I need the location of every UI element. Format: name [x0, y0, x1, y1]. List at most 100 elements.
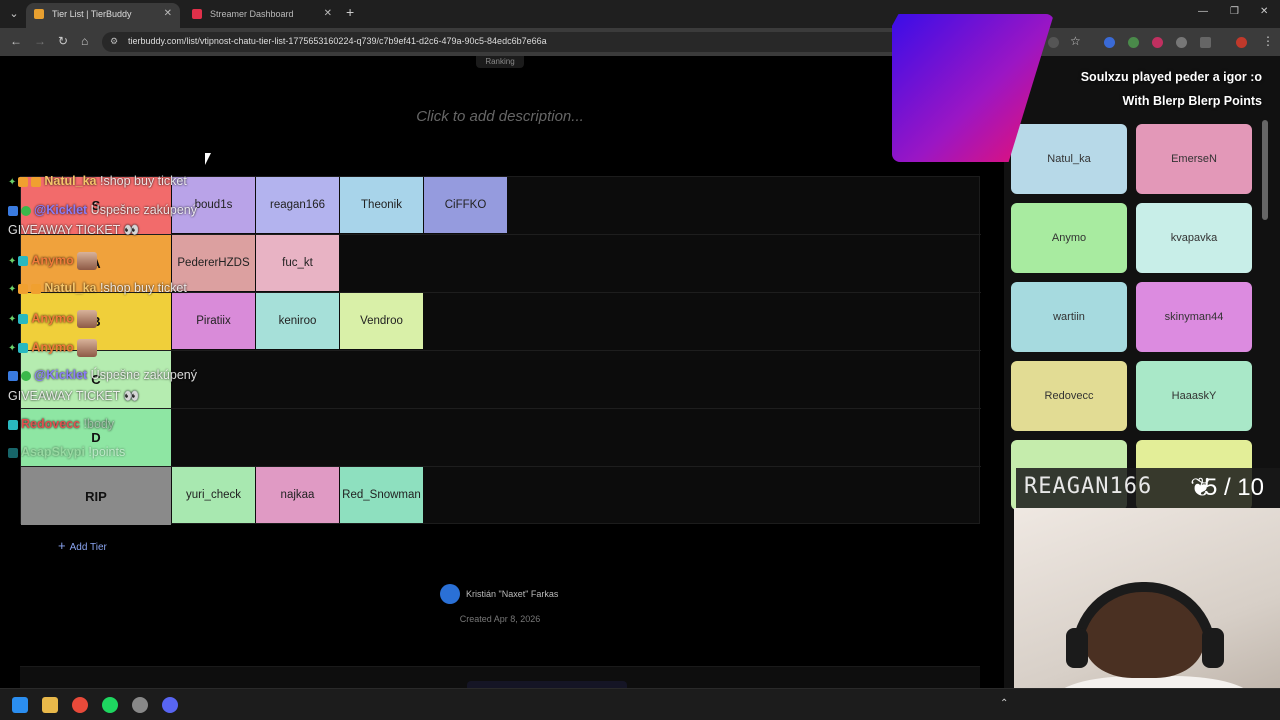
tier-row-b: B Piratiix keniroo Vendroo — [21, 293, 981, 351]
chat-user: Redovecc — [21, 417, 81, 431]
pool-item[interactable]: wartiin — [1011, 282, 1127, 352]
tab-title: Tier List | TierBuddy — [52, 9, 132, 19]
sub-badge-icon — [18, 256, 29, 266]
tierbuddy-favicon-icon — [34, 9, 44, 19]
taskbar: ⌃ — [0, 688, 1280, 720]
forward-icon[interactable]: → — [34, 34, 46, 48]
windows-start-icon[interactable] — [12, 697, 28, 713]
pool-item[interactable]: skinyman44 — [1136, 282, 1252, 352]
back-icon[interactable]: ← — [10, 34, 22, 48]
site-info-icon[interactable]: ⚙ — [110, 36, 118, 47]
tier-item[interactable]: CiFFKO — [424, 177, 507, 233]
tab-title: Streamer Dashboard — [210, 9, 294, 19]
author-name: Kristián "Naxet" Farkas — [466, 589, 559, 599]
close-tab-icon[interactable]: ✕ — [164, 3, 172, 25]
badge-icon: ✦ — [8, 343, 17, 355]
close-tab-icon[interactable]: ✕ — [324, 3, 332, 25]
chat-message: ✦ Anymo — [8, 252, 98, 270]
chat-text: !points — [88, 445, 126, 459]
tier-item[interactable]: fuc_kt — [256, 235, 339, 291]
extension-icon[interactable] — [1128, 37, 1139, 48]
close-window-icon[interactable]: ✕ — [1260, 6, 1268, 17]
tier-list: S boud1s reagan166 Theonik CiFFKO A Pede… — [20, 176, 981, 525]
screen: ⌄ Tier List | TierBuddy ✕ Streamer Dashb… — [0, 0, 1280, 720]
tier-item[interactable]: Red_Snowman — [340, 467, 423, 523]
badge-icon: ✦ — [8, 314, 17, 326]
extensions-puzzle-icon[interactable] — [1200, 37, 1211, 48]
chat-message: Redovecc !body — [8, 417, 114, 431]
rating-overlay: REAGAN166 ❦ 5 / 10 — [1016, 468, 1280, 508]
chat-text: !shop buy ticket — [99, 281, 187, 295]
emote-icon — [77, 339, 98, 357]
extension-icon[interactable] — [1104, 37, 1115, 48]
bookmark-star-icon[interactable]: ☆ — [1070, 34, 1081, 48]
pool-item[interactable]: Natul_ka — [1011, 124, 1127, 194]
rated-user-name: REAGAN166 — [1024, 474, 1153, 499]
bot-badge-icon — [8, 205, 18, 216]
pool-item[interactable]: EmerseN — [1136, 124, 1252, 194]
pool-scrollbar[interactable] — [1262, 120, 1268, 220]
pool-item[interactable]: HaaaskY — [1136, 361, 1252, 431]
description-placeholder[interactable]: Click to add description... — [0, 108, 1000, 125]
chat-user: @Kicklet — [34, 368, 88, 382]
emote-icon — [77, 252, 98, 270]
alert-title: Soulxzu played peder a igor :o — [1080, 70, 1262, 84]
pool-item[interactable]: kvapavka — [1136, 203, 1252, 273]
tier-item[interactable]: yuri_check — [172, 467, 255, 523]
tier-item[interactable]: keniroo — [256, 293, 339, 349]
restore-icon[interactable]: ❐ — [1230, 6, 1239, 17]
chat-text: GIVEAWAY TICKET 👀 — [8, 389, 140, 403]
tab-streamer-dashboard[interactable]: Streamer Dashboard ✕ — [184, 3, 340, 28]
file-explorer-icon[interactable] — [42, 697, 58, 713]
chat-user: Anymo — [31, 253, 74, 268]
chat-text: !body — [83, 417, 115, 431]
alert-subtitle: With Blerp Blerp Points — [1122, 94, 1262, 108]
discord-icon[interactable] — [162, 697, 178, 713]
spotify-icon[interactable] — [102, 697, 118, 713]
tier-item[interactable]: Theonik — [340, 177, 423, 233]
tier-row-d: D — [21, 409, 981, 467]
badge-icon — [18, 176, 29, 187]
reload-icon[interactable]: ↻ — [58, 34, 68, 48]
chat-text: GIVEAWAY TICKET 👀 — [8, 223, 140, 237]
rating-score: 5 / 10 — [1203, 474, 1264, 501]
badge-icon: ✦ — [8, 256, 17, 268]
tab-search-icon[interactable]: ⌄ — [4, 4, 24, 24]
url-field[interactable]: ⚙ tierbuddy.com/list/vtipnost-chatu-tier… — [102, 32, 902, 52]
menu-icon[interactable]: ⋮ — [1262, 34, 1274, 48]
chrome-icon[interactable] — [72, 697, 88, 713]
pool-item[interactable]: Redovecc — [1011, 361, 1127, 431]
add-tier-button[interactable]: + Add Tier — [58, 538, 107, 553]
badge-icon: ✦ — [8, 177, 17, 188]
tier-item[interactable]: najkaa — [256, 467, 339, 523]
chat-text: Úspešne zakúpený — [90, 203, 197, 217]
bot-badge-icon — [8, 370, 18, 381]
chat-user: Anymo — [31, 340, 74, 355]
zoom-icon[interactable] — [1048, 37, 1059, 48]
mouse-cursor-icon — [205, 153, 211, 165]
plus-icon: + — [58, 538, 66, 553]
badge-icon: ✦ — [8, 284, 17, 295]
sub-badge-icon — [18, 314, 29, 324]
chat-text: Úspešne zakúpený — [90, 368, 197, 382]
tier-item[interactable]: Piratiix — [172, 293, 255, 349]
tier-item[interactable]: reagan166 — [256, 177, 339, 233]
home-icon[interactable]: ⌂ — [81, 34, 88, 48]
new-tab-icon[interactable]: + — [346, 4, 354, 20]
badge-icon — [18, 283, 29, 294]
created-date: Created Apr 8, 2026 — [459, 614, 541, 624]
tier-label[interactable]: RIP — [21, 467, 171, 525]
tier-item[interactable]: Vendroo — [340, 293, 423, 349]
headset-icon — [1072, 582, 1216, 652]
footer-bar — [20, 666, 980, 689]
minimize-icon[interactable]: — — [1198, 6, 1208, 17]
tab-tierbuddy[interactable]: Tier List | TierBuddy ✕ — [26, 3, 180, 28]
extension-icon[interactable] — [1176, 37, 1187, 48]
profile-avatar-icon[interactable] — [1236, 37, 1247, 48]
tray-chevron-icon[interactable]: ⌃ — [1000, 699, 1010, 709]
extension-icon[interactable] — [1152, 37, 1163, 48]
author[interactable]: Kristián "Naxet" Farkas — [440, 584, 558, 604]
sub-badge-icon — [18, 343, 29, 353]
pool-item[interactable]: Anymo — [1011, 203, 1127, 273]
settings-gear-icon[interactable] — [132, 697, 148, 713]
